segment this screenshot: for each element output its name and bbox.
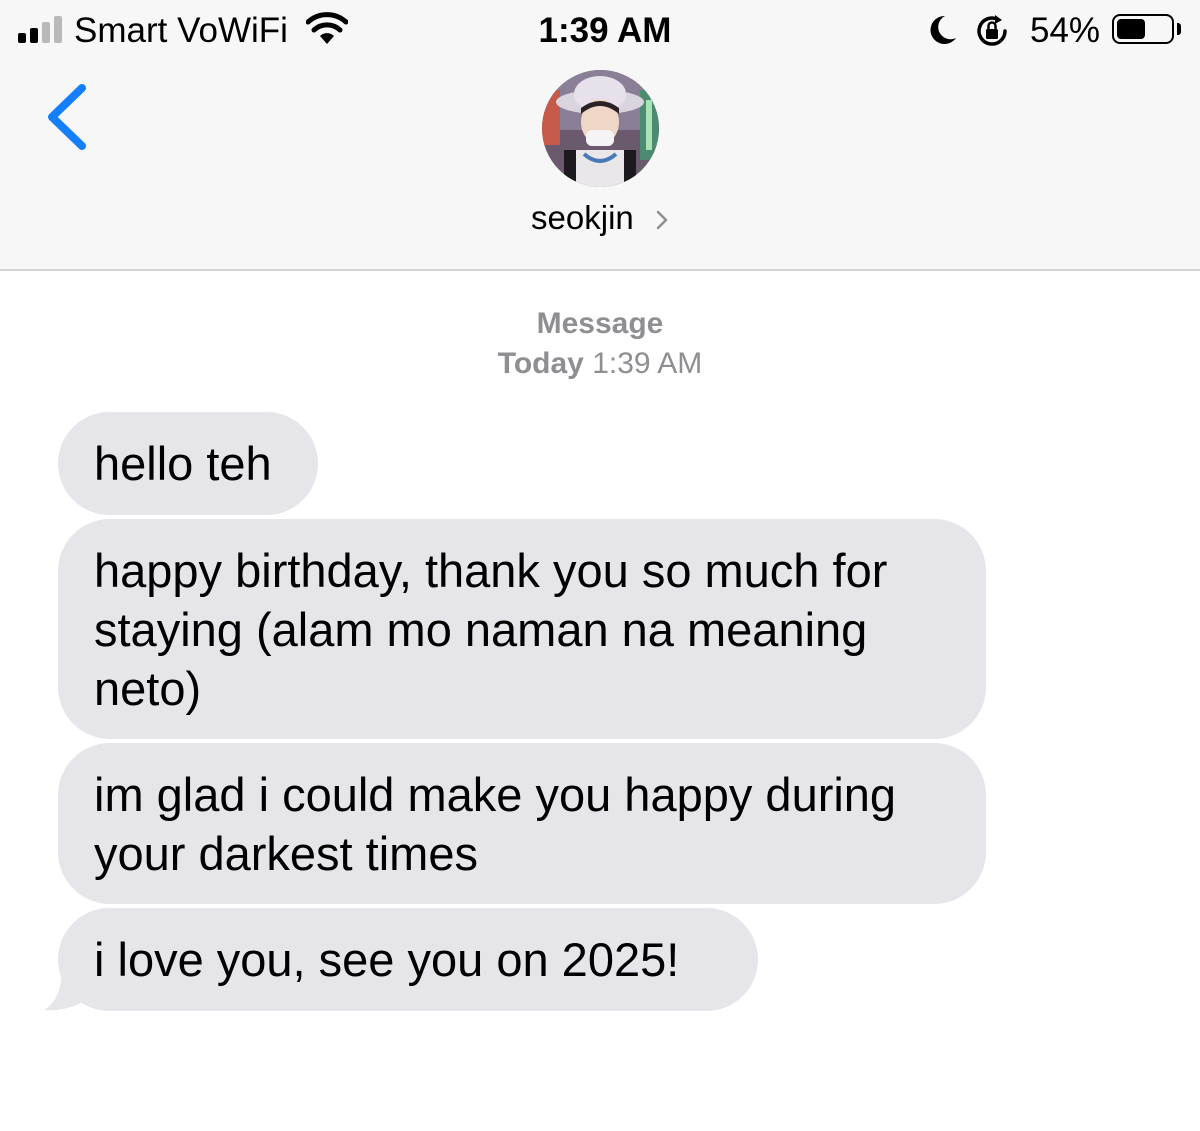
message-bubble[interactable]: i love you, see you on 2025! [58, 908, 758, 1011]
battery-percent: 54% [1030, 11, 1101, 50]
chevron-left-icon[interactable] [42, 84, 92, 150]
message-text: happy birthday, thank you so much for st… [94, 543, 888, 715]
message-text: i love you, see you on 2025! [94, 933, 680, 986]
message-bubble[interactable]: im glad i could make you happy during yo… [58, 743, 986, 904]
status-time: 1:39 AM [538, 11, 672, 50]
orientation-lock-icon [977, 15, 1007, 46]
chevron-right-icon [656, 211, 668, 230]
timestamp-time: 1:39 AM [592, 347, 703, 380]
avatar[interactable] [542, 70, 659, 187]
service-label: Message [536, 307, 664, 340]
timestamp-day: Today [497, 347, 584, 380]
message-bubble[interactable]: happy birthday, thank you so much for st… [58, 519, 986, 739]
contact-name: seokjin [531, 199, 634, 236]
moon-icon [930, 15, 956, 44]
contact-name-button[interactable]: seokjin [0, 198, 1200, 238]
battery-cap [1177, 23, 1181, 35]
battery-icon [1112, 14, 1174, 44]
message-text: hello teh [94, 437, 272, 490]
message-text: im glad i could make you happy during yo… [94, 767, 897, 880]
timestamp: Today 1:39 AM [0, 346, 1200, 382]
navigation-header: Smart VoWiFi 1:39 AM 54% seokjin [0, 0, 1200, 271]
status-bar: Smart VoWiFi 1:39 AM 54% [0, 0, 1200, 64]
message-bubble[interactable]: hello teh [58, 412, 318, 515]
